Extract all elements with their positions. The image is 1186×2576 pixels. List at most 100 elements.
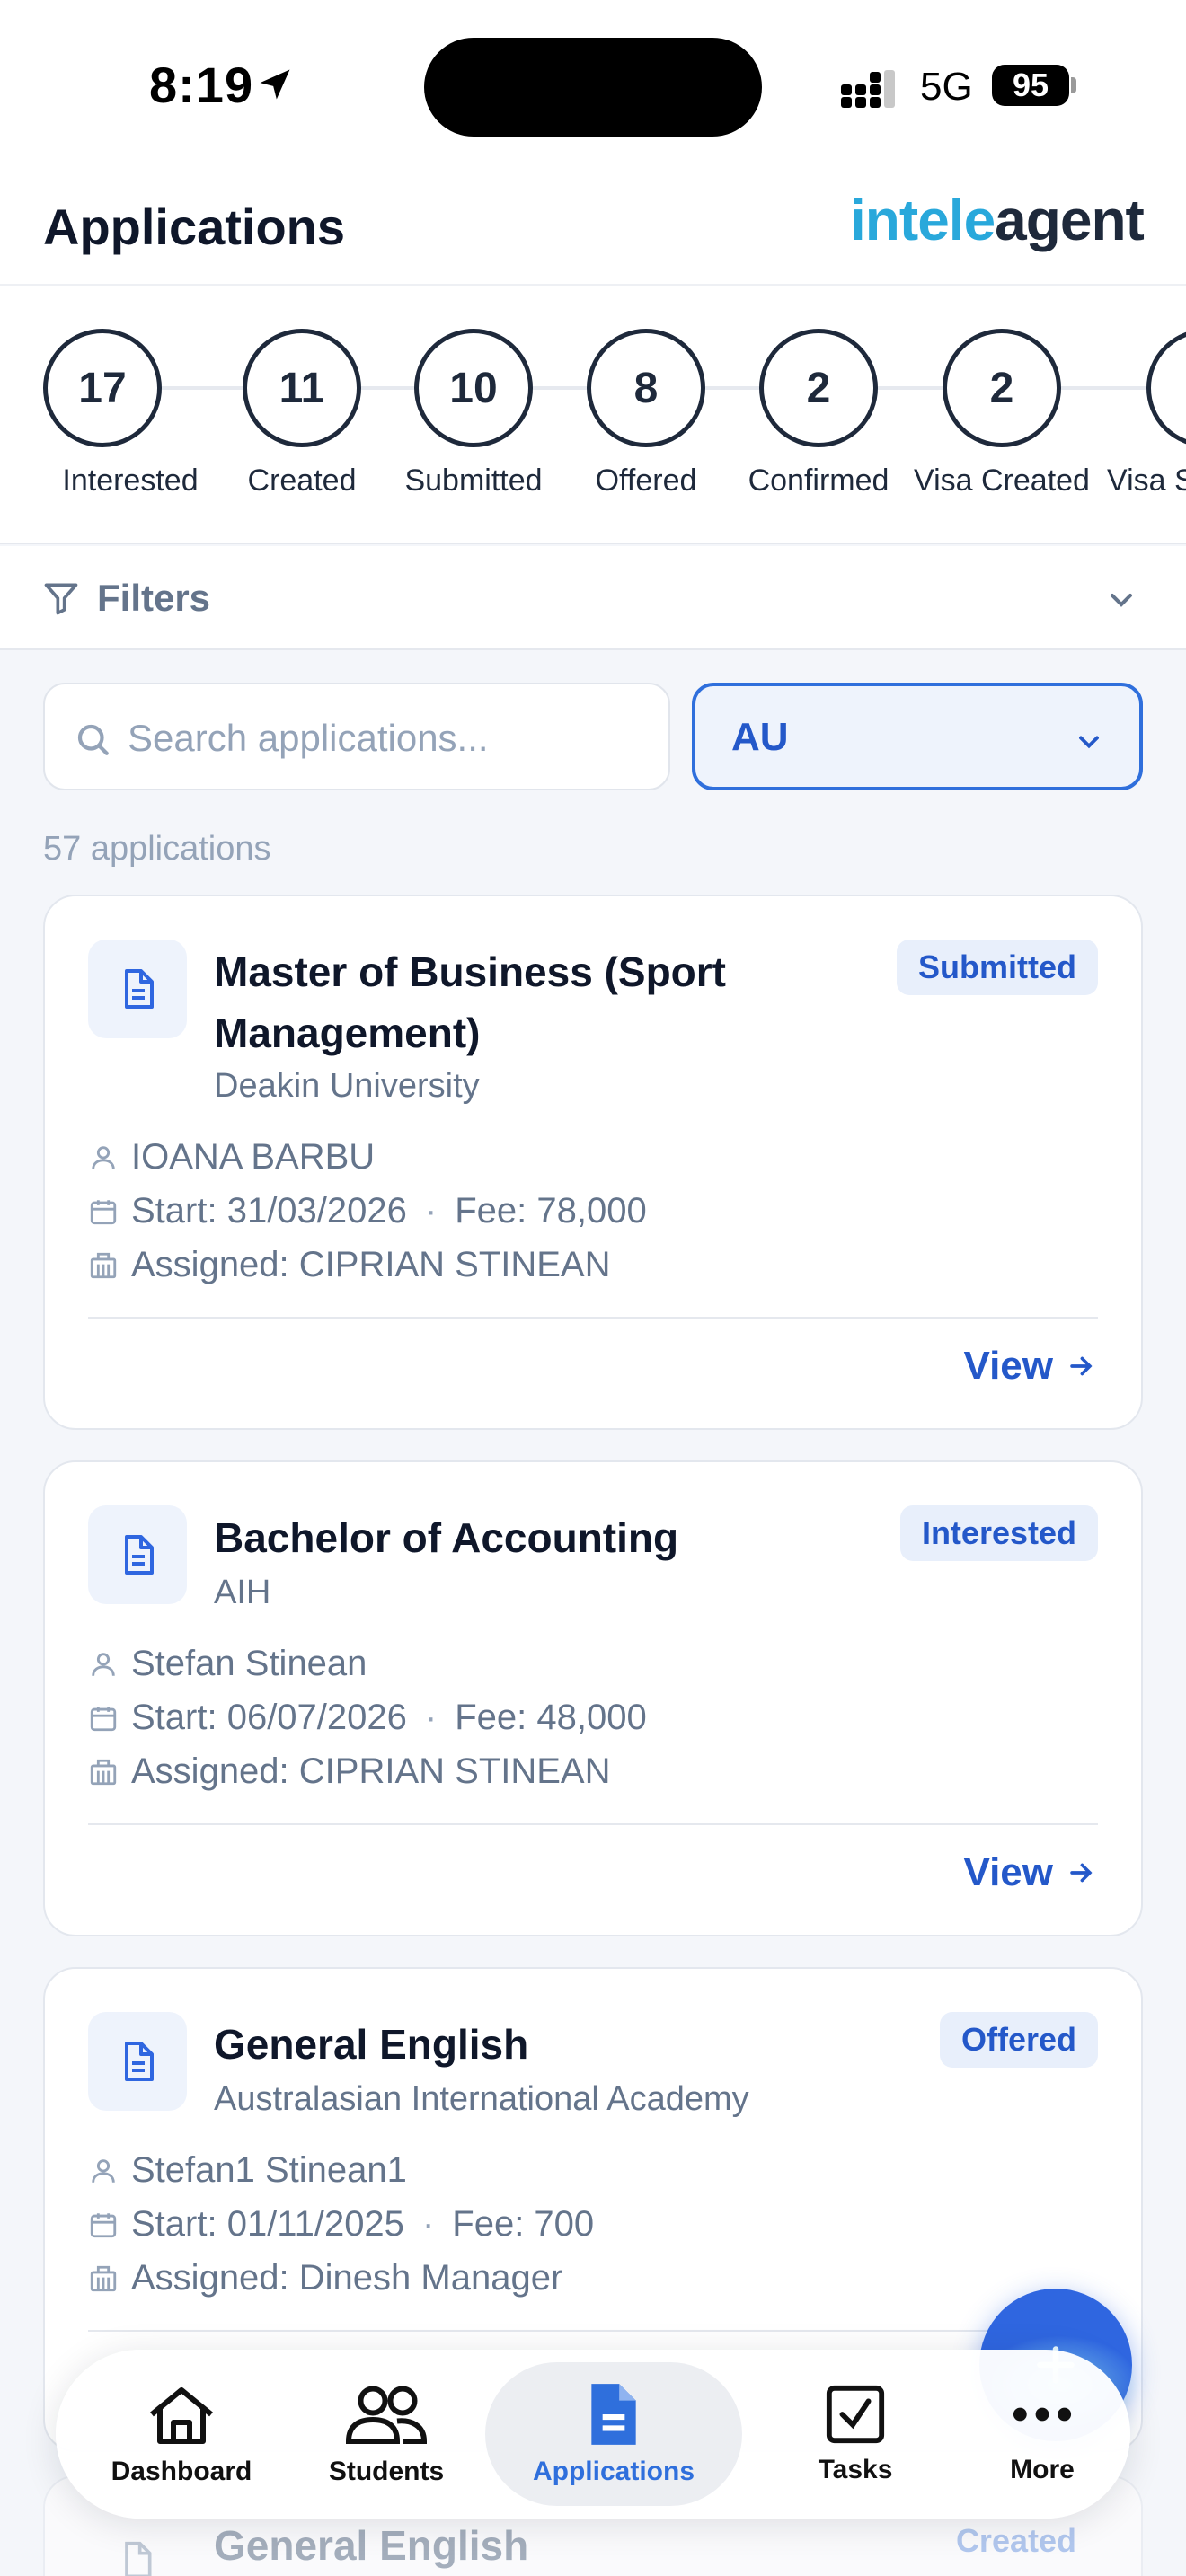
assigned-to: Assigned: CIPRIAN STINEAN [131,1751,611,1791]
building-icon [90,1759,117,1785]
checkbox-icon [826,2385,885,2444]
users-icon [345,2386,428,2444]
filters-label: Filters [97,577,211,619]
building-icon [90,1252,117,1278]
tab-students[interactable]: Students [296,2362,476,2506]
search-icon [77,724,109,755]
application-card[interactable]: Master of Business (Sport Management) De… [43,895,1143,1430]
program-title: Master of Business (Sport Management) [214,948,726,1056]
tab-label: Students [328,2457,445,2486]
chevron-down-icon [1111,594,1132,607]
battery-tip [1071,77,1076,93]
arrow-right-icon [1070,1863,1093,1883]
battery-icon: 95 [992,65,1069,106]
card-divider [88,2330,1098,2332]
status-badge: Created [955,2522,1076,2559]
status-badge: Submitted [897,940,1098,995]
separator-dot: · [424,1191,438,1231]
stage-count: 17 [43,329,162,447]
building-icon [90,2265,117,2291]
tab-tasks[interactable]: Tasks [766,2362,945,2506]
tab-more[interactable]: More [952,2362,1132,2506]
results-count: 57 applications [43,830,271,868]
institution-name: AIH [214,1574,271,1611]
document-icon [88,1505,187,1604]
calendar-icon [90,1199,117,1224]
bottom-tab-bar: Dashboard Students Applications Tasks Mo… [56,2350,1130,2519]
status-badge: Offered [939,2012,1098,2068]
stage-count: 10 [414,329,533,447]
stage-visa-submitted[interactable]: Visa S [1103,329,1186,498]
tab-label: More [1010,2455,1075,2484]
tab-applications[interactable]: Applications [485,2362,742,2506]
search-input[interactable] [128,706,649,771]
program-title: General English [214,2522,529,2569]
network-type: 5G [920,65,973,109]
filters-toggle[interactable]: Filters [0,546,1186,650]
stage-confirmed[interactable]: 2 Confirmed [730,329,907,498]
dates-row: Start: 01/11/2025 · Fee: 700 [88,2204,594,2245]
document-icon [591,2384,636,2445]
separator-dot: · [424,1698,438,1737]
view-button[interactable]: View [964,1344,1096,1389]
student-name: IOANA BARBU [131,1137,376,1177]
stage-submitted[interactable]: 10 Submitted [385,329,562,498]
calendar-icon [90,1706,117,1731]
dynamic-island [424,38,762,137]
arrow-right-icon [1070,1356,1093,1376]
stage-created[interactable]: 11 Created [219,329,385,498]
institution-name: Deakin University [214,1067,480,1105]
user-icon [92,1145,115,1169]
stage-label: Submitted [404,463,543,498]
card-divider [88,1823,1098,1825]
stage-visa-created[interactable]: 2 Visa Created [907,329,1096,498]
stage-count: 2 [759,329,878,447]
stage-count: 2 [943,329,1061,447]
stage-label: Confirmed [748,463,890,498]
document-icon [88,2012,187,2111]
program-title: General English [214,2021,529,2068]
program-title: Bachelor of Accounting [214,1514,679,1561]
stage-label: Interested [62,463,199,498]
student-row: IOANA BARBU [88,1137,375,1178]
stage-interested[interactable]: 17 Interested [27,329,234,498]
view-button[interactable]: View [964,1850,1096,1895]
assigned-to: Assigned: Dinesh Manager [131,2258,563,2298]
status-bar: 8:19 5G 95 [0,0,1186,162]
dates-row: Start: 06/07/2026 · Fee: 48,000 [88,1698,647,1738]
home-icon [150,2387,213,2444]
more-icon [1013,2407,1072,2422]
assigned-row: Assigned: Dinesh Manager [88,2258,562,2298]
stage-label: Visa S [1107,463,1186,498]
stage-label: Created [247,463,357,498]
user-icon [92,1652,115,1676]
signal-icon [841,70,895,108]
student-row: Stefan Stinean [88,1644,367,1684]
start-date: Start: 06/07/2026 [131,1698,407,1737]
card-divider [88,1317,1098,1319]
student-row: Stefan1 Stinean1 [88,2150,407,2191]
tab-dashboard[interactable]: Dashboard [92,2362,271,2506]
country-select-value: AU [731,715,789,759]
filter-icon [44,583,78,615]
assigned-to: Assigned: CIPRIAN STINEAN [131,1245,611,1284]
location-arrow-icon [260,69,290,100]
stage-pipeline[interactable]: 17 Interested 11 Created 10 Submitted 8 … [0,286,1186,544]
separator-dot: · [421,2204,435,2244]
fee: Fee: 700 [452,2204,595,2244]
clock: 8:19 [149,57,254,113]
country-select[interactable]: AU [692,683,1143,790]
start-date: Start: 31/03/2026 [131,1191,407,1231]
application-card[interactable]: Bachelor of Accounting AIH Interested St… [43,1460,1143,1936]
start-date: Start: 01/11/2025 [131,2204,404,2244]
institution-name: Australasian International Academy [214,2080,749,2118]
stage-offered[interactable]: 8 Offered [562,329,730,498]
search-box[interactable] [43,683,670,790]
student-name: Stefan1 Stinean1 [131,2150,407,2190]
app-header: Applications inteleagent [0,162,1186,286]
fee: Fee: 78,000 [455,1191,647,1231]
status-badge: Interested [899,1505,1098,1561]
stage-count [1146,329,1186,447]
page-title: Applications [43,198,346,255]
tab-label: Applications [532,2457,695,2486]
